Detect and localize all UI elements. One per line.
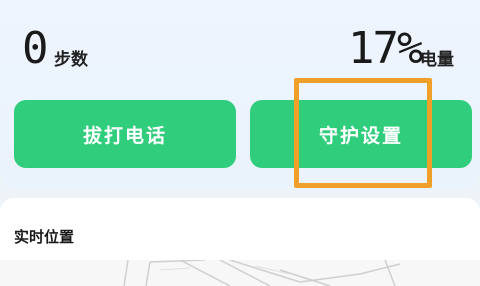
- battery-label: 电量: [420, 50, 454, 70]
- steps-value: 0: [22, 23, 48, 74]
- screen: 0 步数 17% 电量 拔打电话 守护设置 实时位置: [0, 0, 480, 286]
- map-view[interactable]: [0, 260, 480, 286]
- call-button-label: 拔打电话: [82, 124, 167, 147]
- battery-value: 17%: [348, 23, 423, 74]
- status-card: 0 步数 17% 电量 拔打电话 守护设置: [0, 0, 480, 190]
- location-title: 实时位置: [14, 228, 75, 246]
- call-button[interactable]: 拔打电话: [14, 100, 236, 168]
- steps-label: 步数: [54, 50, 88, 70]
- guard-settings-button[interactable]: 守护设置: [250, 100, 472, 168]
- guard-settings-label: 守护设置: [318, 124, 403, 147]
- location-section: 实时位置: [0, 198, 480, 286]
- map-streets: [123, 260, 401, 286]
